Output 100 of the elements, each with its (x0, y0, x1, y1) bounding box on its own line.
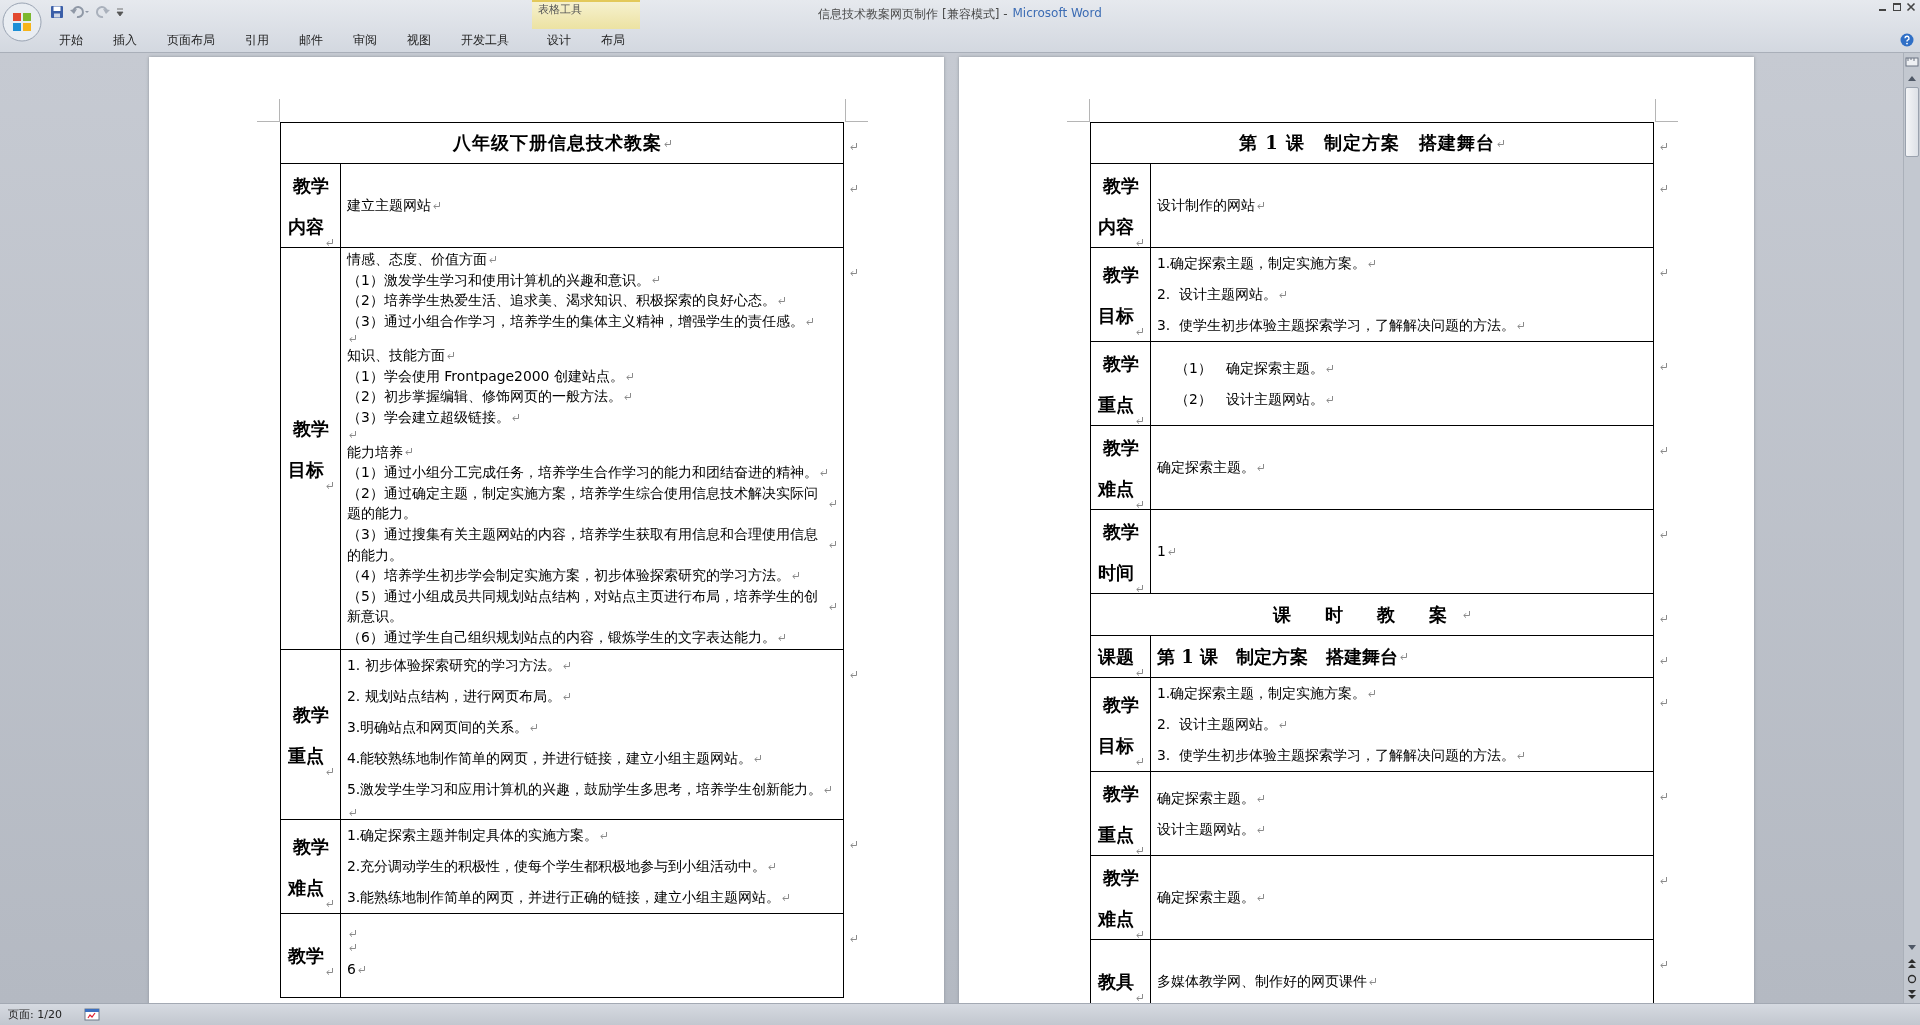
ribbon-tab[interactable]: 设计 (532, 28, 586, 52)
app-name: Microsoft Word (1012, 5, 1102, 22)
cell-text: （4）培养学生初步学会制定实施方案，初步体验探索研究的学习方法。 (347, 566, 790, 586)
cell-text: （1）学会使用 Frontpage2000 创建站点。 (347, 366, 624, 386)
crop-mark (845, 99, 868, 122)
row-label: 重点 (1097, 822, 1134, 847)
table-title: 八年级下册信息技术教案 (452, 131, 662, 155)
ribbon-tab[interactable]: 开始 (44, 28, 98, 52)
row-label: 教学 (1102, 351, 1139, 376)
row-label: 时间 (1097, 560, 1134, 585)
cell-text: 2. 设计主题网站。 (1157, 715, 1278, 734)
ribbon-tab[interactable]: 审阅 (338, 28, 392, 52)
cell-text: 多媒体教学网、制作好的网页课件 (1157, 972, 1367, 991)
cell-text: （5）通过小组成员共同规划站点结构，对站点主页进行布局，培养学生的创新意识。 (347, 586, 819, 627)
maximize-icon[interactable] (1892, 2, 1902, 12)
cell-text: 1. 初步体验探索研究的学习方法。 (347, 656, 561, 676)
ribbon-tab[interactable]: 引用 (230, 28, 284, 52)
office-button[interactable] (2, 2, 42, 42)
ribbon-tab[interactable]: 开发工具 (446, 28, 524, 52)
ribbon-tab[interactable]: 插入 (98, 28, 152, 52)
row-label: 教学 (1102, 781, 1139, 806)
contextual-tab-header: 表格工具 (532, 0, 640, 29)
cell-text: （1）通过小组分工完成任务，培养学生合作学习的能力和团结奋进的精神。 (347, 463, 818, 483)
cell-text: 3.明确站点和网页间的关系。 (347, 718, 529, 738)
ribbon-tab[interactable]: 页面布局 (152, 28, 230, 52)
row-label: 难点 (1097, 906, 1134, 931)
crop-mark (1067, 99, 1090, 122)
cell-text: （3）通过小组合作学习，培养学生的集体主义精神，增强学生的责任感。 (347, 311, 804, 331)
list-number: （1） (1175, 358, 1212, 378)
cell-text: （3）学会建立超级链接。 (347, 408, 510, 428)
cell-text: 确定探索主题。 (1225, 358, 1324, 378)
ruler-toggle-icon[interactable] (1905, 55, 1919, 69)
row-label: 教学 (1102, 435, 1139, 460)
cell-text: （2）培养学生热爱生活、追求美、渴求知识、积极探索的良好心态。 (347, 291, 776, 311)
row-label: 教学 (287, 944, 324, 969)
window-title: 信息技术教案网页制作 [兼容模式] - (818, 5, 1008, 23)
cell-text: 知识、技能方面 (347, 346, 445, 366)
cell-text: 2.充分调动学生的积极性，使每个学生都积极地参与到小组活动中。 (347, 857, 767, 877)
row-label: 教学 (1102, 173, 1139, 198)
row-label: 教学 (292, 702, 329, 727)
row-label: 教学 (292, 173, 329, 198)
row-label: 内容 (1097, 214, 1134, 239)
cell-text: 3.能熟练地制作简单的网页，并进行正确的链接，建立小组主题网站。 (347, 888, 781, 908)
next-page-icon[interactable] (1906, 989, 1918, 1001)
row-label: 教学 (292, 416, 329, 441)
browse-object-icon[interactable] (1906, 973, 1918, 985)
cell-text: 3. 使学生初步体验主题探索学习，了解解决问题的方法。 (1157, 746, 1516, 765)
cell-text: 1 (1157, 542, 1166, 561)
row-label: 重点 (287, 743, 324, 768)
save-icon[interactable] (50, 5, 64, 19)
scroll-thumb[interactable] (1905, 87, 1919, 157)
row-label: 目标 (1097, 733, 1134, 758)
cell-text: 设计主题网站。 (1225, 389, 1324, 409)
crop-mark (257, 99, 280, 122)
cell-text: 1.确定探索主题，制定实施方案。 (1157, 684, 1367, 703)
cell-text: 2. 设计主题网站。 (1157, 285, 1278, 304)
cell-text: 确定探索主题。 (1157, 458, 1255, 477)
cell-text: 1.确定探索主题并制定具体的实施方案。 (347, 826, 599, 846)
row-label: 教具 (1097, 970, 1134, 994)
cell-text: 能力培养 (347, 442, 403, 462)
ribbon-tab[interactable]: 视图 (392, 28, 446, 52)
row-label: 课题 (1097, 645, 1134, 669)
cell-text: 设计制作的网站 (1157, 196, 1255, 215)
cell-text: （1）激发学生学习和使用计算机的兴趣和意识。 (347, 270, 650, 290)
row-label: 目标 (1097, 303, 1134, 328)
help-icon[interactable] (1900, 33, 1914, 47)
row-label: 教学 (1102, 262, 1139, 287)
row-label: 重点 (1097, 392, 1134, 417)
cell-text: 确定探索主题。 (1157, 888, 1255, 907)
table-title: 第 1 课 制定方案 搭建舞台 (1238, 131, 1496, 155)
cell-text: 6 (347, 960, 356, 980)
cell-text: 建立主题网站 (347, 196, 431, 215)
cell-text: 1.确定探索主题，制定实施方案。 (1157, 254, 1367, 273)
close-icon[interactable] (1906, 2, 1916, 12)
ribbon-tab[interactable]: 邮件 (284, 28, 338, 52)
cell-text: 3. 使学生初步体验主题探索学习，了解解决问题的方法。 (1157, 316, 1516, 335)
previous-page-icon[interactable] (1906, 957, 1918, 969)
cell-text: 第 1 课 制定方案 搭建舞台 (1157, 644, 1399, 669)
cell-text: 确定探索主题。 (1157, 788, 1255, 808)
row-label: 教学 (292, 834, 329, 859)
cell-text: 设计主题网站。 (1157, 819, 1255, 839)
cell-text: （2）通过确定主题，制定实施方案，培养学生综合使用信息技术解决实际问题的能力。 (347, 483, 819, 524)
row-label: 教学 (1102, 692, 1139, 717)
cell-text: 4.能较熟练地制作简单的网页，并进行链接，建立小组主题网站。 (347, 749, 753, 769)
row-label: 目标 (287, 457, 324, 482)
table-title: 课 时 教 案 (1272, 602, 1462, 627)
proofing-icon[interactable] (83, 1007, 100, 1022)
list-number: （2） (1175, 389, 1212, 409)
cell-text: （6）通过学生自己组织规划站点的内容，锻炼学生的文字表达能力。 (347, 627, 776, 647)
row-label: 教学 (1102, 865, 1139, 890)
cell-text: （2）初步掌握编辑、修饰网页的一般方法。 (347, 387, 622, 407)
cell-text: 5.激发学生学习和应用计算机的兴趣，鼓励学生多思考，培养学生创新能力。 (347, 780, 823, 800)
ribbon-tab[interactable]: 布局 (586, 28, 640, 52)
crop-mark (1655, 99, 1678, 122)
page-count[interactable]: 页面: 1/20 (8, 1007, 62, 1022)
row-label: 难点 (1097, 476, 1134, 501)
row-label: 难点 (287, 875, 324, 900)
customize-caret-icon[interactable] (116, 7, 124, 17)
cell-text: 2. 规划站点结构，进行网页布局。 (347, 687, 561, 707)
cell-text: （3）通过搜集有关主题网站的内容，培养学生获取有用信息和合理使用信息的能力。 (347, 524, 819, 565)
